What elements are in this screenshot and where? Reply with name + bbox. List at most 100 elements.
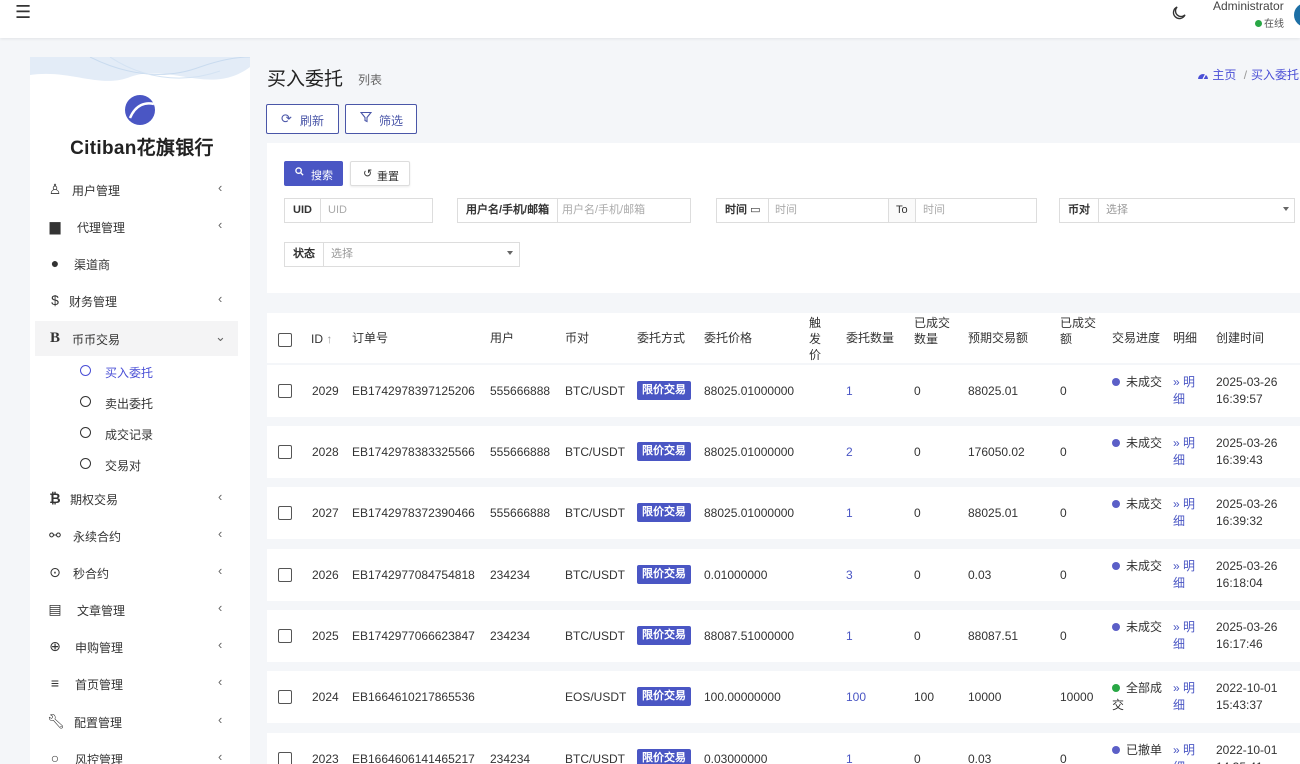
detail-link[interactable]: » 明细: [1173, 496, 1205, 530]
hamburger-menu-icon[interactable]: ☰: [15, 2, 31, 23]
online-label: 在线: [1264, 19, 1284, 30]
cell-order-no: EB1664610217865536: [352, 690, 475, 704]
cell-qty[interactable]: 1: [846, 384, 853, 398]
sidebar-item-spot-trading[interactable]: B 币币交易 ⌄: [35, 321, 238, 356]
breadcrumb: 主页 / 买入委托: [1197, 66, 1299, 83]
row-checkbox[interactable]: [278, 384, 292, 398]
row-checkbox[interactable]: [278, 629, 292, 643]
row-checkbox[interactable]: [278, 690, 292, 704]
column-header-id[interactable]: ID ↑: [311, 331, 332, 347]
chevron-left-icon: ‹: [218, 674, 223, 689]
search-button[interactable]: 搜索: [284, 161, 343, 186]
circle-icon: [80, 458, 91, 469]
table-row: 2025 EB1742977066623847 234234 BTC/USDT 限价交易…: [267, 610, 1300, 662]
cell-qty[interactable]: 100: [846, 690, 866, 704]
uid-filter: UID: [284, 198, 433, 223]
cell-user: 234234: [490, 752, 531, 764]
sidebar-item-options[interactable]: ₿ 期权交易 ‹: [35, 481, 238, 516]
cell-order-no: EB1742978372390466: [352, 506, 475, 520]
status-label: 未成交: [1126, 375, 1163, 389]
life-ring-icon: ⊕: [49, 638, 61, 654]
detail-link[interactable]: » 明细: [1173, 619, 1205, 653]
sidebar-item-label: 财务管理: [69, 295, 118, 309]
chevron-left-icon: ‹: [218, 526, 223, 541]
cell-user: 234234: [490, 568, 531, 582]
cell-expected-amount: 88025.01: [968, 384, 1019, 398]
status-select[interactable]: 选择: [323, 243, 513, 266]
sidebar-item-label: 秒合约: [73, 567, 110, 581]
filter-button[interactable]: 筛选: [345, 104, 417, 134]
method-badge: 限价交易: [637, 442, 691, 461]
detail-link[interactable]: » 明细: [1173, 374, 1205, 408]
status-dot-icon: [1112, 746, 1120, 754]
user-input[interactable]: [554, 199, 690, 222]
cell-filled-amount: 0: [1060, 506, 1067, 520]
chevron-left-icon: ‹: [218, 563, 223, 578]
cell-qty[interactable]: 2: [846, 445, 853, 459]
sidebar-item-articles[interactable]: ▤ 文章管理 ‹: [35, 592, 238, 627]
detail-link[interactable]: » 明细: [1173, 435, 1205, 469]
status-badge: 未成交: [1112, 619, 1164, 636]
table-row: 2028 EB1742978383325566 555666888 BTC/USDT 限…: [267, 426, 1300, 478]
status-filter: 状态 选择: [284, 242, 520, 267]
cell-filled-qty: 100: [914, 690, 935, 704]
table-row: 2024 EB1664610217865536 EOS/USDT 限价交易 100.00…: [267, 671, 1300, 723]
cell-created: 2025-03-26 16:39:32: [1216, 497, 1278, 528]
select-all-checkbox[interactable]: [278, 333, 292, 347]
submenu-label: 卖出委托: [105, 397, 154, 411]
sidebar-item-second-contract[interactable]: ⊙ 秒合约 ‹: [35, 555, 238, 590]
status-dot-icon: [1112, 684, 1120, 692]
detail-link[interactable]: » 明细: [1173, 558, 1205, 592]
link-icon: ⚯: [49, 527, 61, 543]
table-row: 2026 EB1742977084754818 234234 BTC/USDT 限价交易…: [267, 549, 1300, 601]
cell-qty[interactable]: 1: [846, 752, 853, 764]
row-checkbox[interactable]: [278, 506, 292, 520]
cell-qty[interactable]: 1: [846, 506, 853, 520]
status-dot-icon: [1112, 378, 1120, 386]
uid-filter-label: UID: [285, 199, 321, 222]
start-time-input[interactable]: [767, 199, 887, 222]
row-checkbox[interactable]: [278, 568, 292, 582]
cell-qty[interactable]: 3: [846, 568, 853, 582]
detail-link[interactable]: » 明细: [1173, 742, 1205, 764]
cell-expected-amount: 0.03: [968, 752, 992, 764]
refresh-icon: ⟳: [281, 111, 292, 126]
sidebar-item-risk-control[interactable]: ○ 风控管理 ‹: [35, 741, 238, 764]
sidebar-item-user-management[interactable]: ♙ 用户管理 ‹: [35, 172, 238, 207]
reset-button[interactable]: ↺ 重置: [350, 161, 410, 186]
column-header-created: 创建时间: [1216, 331, 1265, 345]
brand-name: Citiban花旗银行: [70, 138, 214, 159]
chevron-left-icon: ‹: [218, 180, 223, 195]
cell-user: 555666888: [490, 445, 551, 459]
dark-mode-moon-icon[interactable]: [1170, 4, 1188, 22]
cell-qty[interactable]: 1: [846, 629, 853, 643]
sidebar-item-homepage[interactable]: ≡ 首页管理 ‹: [35, 666, 238, 701]
row-checkbox[interactable]: [278, 752, 292, 764]
uid-input[interactable]: [320, 199, 432, 222]
cell-expected-amount: 88025.01: [968, 506, 1019, 520]
status-label: 未成交: [1126, 559, 1163, 573]
method-badge: 限价交易: [637, 503, 691, 522]
sidebar-item-label: 申购管理: [75, 641, 124, 655]
sidebar-item-subscription[interactable]: ⊕ 申购管理 ‹: [35, 629, 238, 664]
status-label: 未成交: [1126, 436, 1163, 450]
refresh-button[interactable]: ⟳ 刷新: [266, 104, 339, 134]
admin-name[interactable]: Administrator: [1213, 0, 1284, 13]
sidebar-item-agent-management[interactable]: ▆ 代理管理 ‹: [35, 209, 238, 244]
double-chevron-right-icon: »: [1173, 559, 1184, 573]
cell-price: 88025.01000000: [704, 445, 795, 459]
avatar[interactable]: [1294, 3, 1300, 27]
sidebar-item-finance[interactable]: $ 财务管理 ‹: [35, 283, 238, 318]
chevron-left-icon: ‹: [218, 489, 223, 504]
cell-order-no: EB1742978397125206: [352, 384, 475, 398]
sidebar-item-channel[interactable]: ● 渠道商: [35, 246, 238, 281]
end-time-input[interactable]: [915, 199, 1035, 222]
row-checkbox[interactable]: [278, 445, 292, 459]
sidebar-item-config[interactable]: 🔧︎ 配置管理 ‹: [35, 704, 238, 739]
detail-link[interactable]: » 明细: [1173, 680, 1205, 714]
chevron-left-icon: ‹: [218, 712, 223, 727]
pair-select[interactable]: 选择: [1098, 199, 1288, 222]
breadcrumb-home-link[interactable]: 主页: [1197, 68, 1240, 82]
sidebar-item-perpetual[interactable]: ⚯ 永续合约 ‹: [35, 518, 238, 553]
brand-wave-decoration: [30, 57, 250, 81]
